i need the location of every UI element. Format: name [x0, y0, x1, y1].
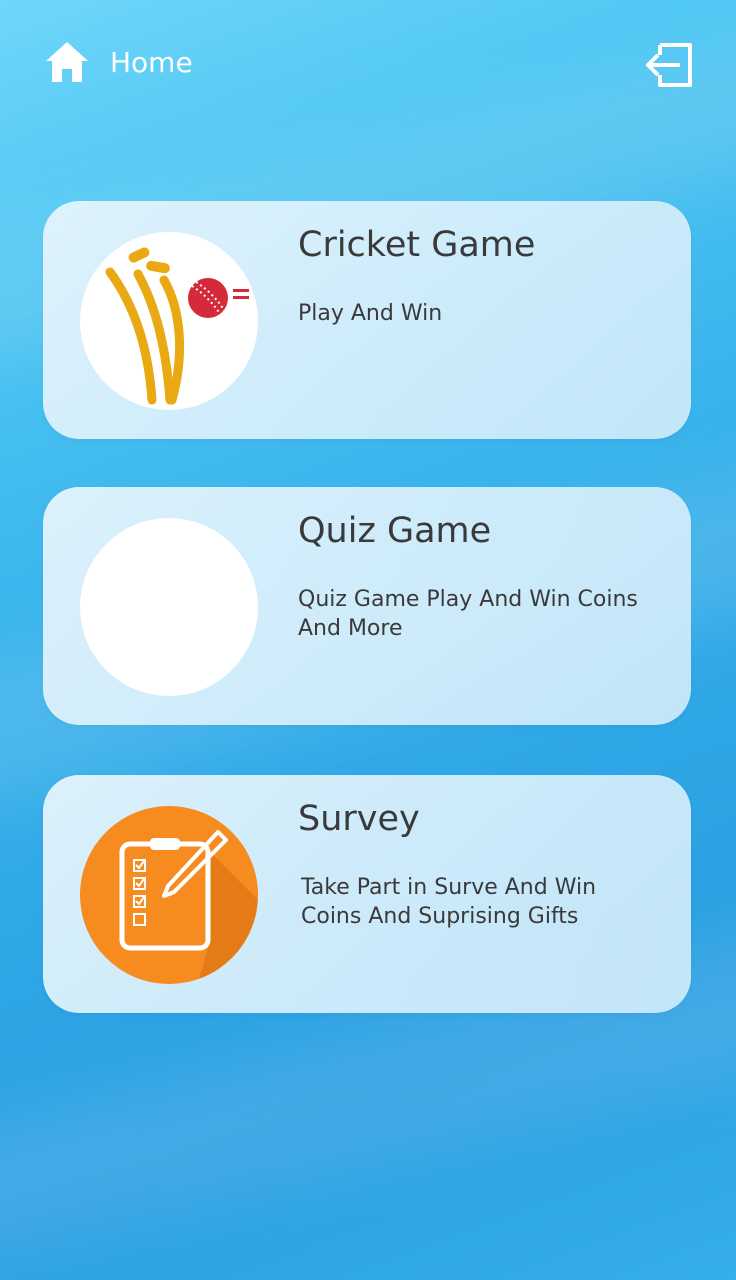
- card-title: Cricket Game: [298, 225, 536, 265]
- card-quiz-game[interactable]: Quiz Game Quiz Game Play And Win Coins A…: [43, 487, 691, 725]
- card-description: Take Part in Surve And Win Coins And Sup…: [301, 875, 597, 929]
- top-bar: Home: [0, 0, 736, 130]
- card-description: Quiz Game Play And Win Coins And More: [298, 587, 638, 641]
- logout-icon: [646, 43, 692, 87]
- cricket-wicket-icon: [105, 247, 249, 405]
- logout-button[interactable]: [644, 42, 694, 88]
- home-icon: [44, 40, 90, 84]
- survey-clipboard-icon: [119, 830, 258, 984]
- cricket-icon-circle: [80, 232, 258, 410]
- card-description: Play And Win: [298, 301, 443, 326]
- page-title: Home: [110, 45, 193, 79]
- card-cricket-game[interactable]: Cricket Game Play And Win: [43, 201, 691, 439]
- card-title: Quiz Game: [298, 511, 492, 551]
- card-survey[interactable]: Survey Take Part in Surve And Win Coins …: [43, 775, 691, 1013]
- survey-icon-circle: [80, 806, 258, 984]
- card-title: Survey: [298, 799, 420, 839]
- quiz-icon: [80, 518, 258, 696]
- home-button[interactable]: Home: [44, 40, 193, 84]
